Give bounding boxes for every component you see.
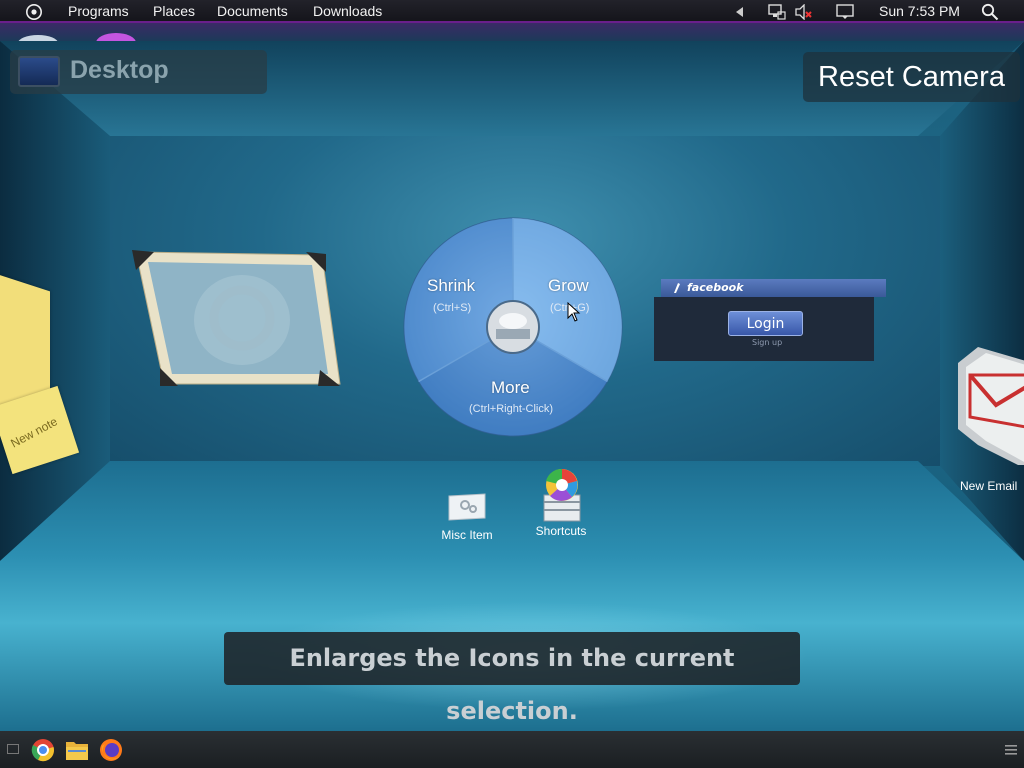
mouse-cursor-icon (567, 302, 581, 322)
shortcuts-label: Shortcuts (535, 524, 587, 538)
desktop-title: Desktop (70, 56, 169, 84)
monitor-icon (18, 56, 60, 87)
edge-items (18, 33, 136, 41)
menu-lines-icon[interactable] (1005, 745, 1017, 755)
new-email-label[interactable]: New Email (960, 479, 1017, 493)
search-icon[interactable] (980, 2, 1000, 21)
volume-muted-icon[interactable] (793, 2, 813, 21)
clock[interactable]: Sun 7:53 PM (879, 3, 960, 20)
pie-more-label[interactable]: More (491, 378, 530, 398)
firefox-icon[interactable] (99, 738, 123, 762)
facebook-f-icon (674, 283, 680, 293)
desktop-label: Desktop (10, 50, 267, 94)
misc-item-label: Misc Item (441, 528, 493, 542)
file-manager-icon[interactable] (65, 739, 89, 761)
show-desktop-icon[interactable] (7, 744, 19, 754)
shortcuts-item[interactable]: Shortcuts (528, 467, 594, 538)
top-panel: Programs Places Documents Downloads Sun … (0, 0, 1024, 23)
panel-shadow (0, 23, 1024, 41)
reset-camera-button[interactable]: Reset Camera (803, 52, 1020, 102)
misc-item-icon (448, 493, 486, 521)
bottom-panel (0, 731, 1024, 768)
menu-programs[interactable]: Programs (68, 3, 129, 20)
facebook-header-text: facebook (687, 281, 744, 294)
menu-downloads[interactable]: Downloads (313, 3, 382, 20)
pie-grow-label[interactable]: Grow (548, 276, 589, 296)
new-email-icon[interactable] (956, 345, 1024, 465)
pie-shrink-hint: (Ctrl+S) (433, 302, 472, 314)
pie-shrink-label[interactable]: Shrink (427, 276, 475, 296)
menu-documents[interactable]: Documents (217, 3, 288, 20)
new-note-label: New note (8, 414, 60, 451)
facebook-login-button[interactable]: Login (728, 311, 803, 336)
chat-icon[interactable] (835, 2, 855, 21)
arrow-left-icon[interactable] (734, 2, 746, 21)
facebook-header: facebook (661, 279, 886, 297)
facebook-signup-link[interactable]: Sign up (752, 338, 782, 347)
misc-item[interactable]: Misc Item (436, 490, 498, 542)
photo-frame-widget[interactable] (132, 250, 342, 388)
shortcuts-icon (543, 468, 581, 522)
tooltip: Enlarges the Icons in the current select… (224, 632, 800, 725)
menu-places[interactable]: Places (153, 3, 195, 20)
ubuntu-logo-icon[interactable] (24, 2, 44, 21)
network-icon[interactable] (767, 2, 787, 21)
chromium-icon[interactable] (31, 738, 55, 762)
pie-more-hint: (Ctrl+Right-Click) (469, 403, 554, 415)
